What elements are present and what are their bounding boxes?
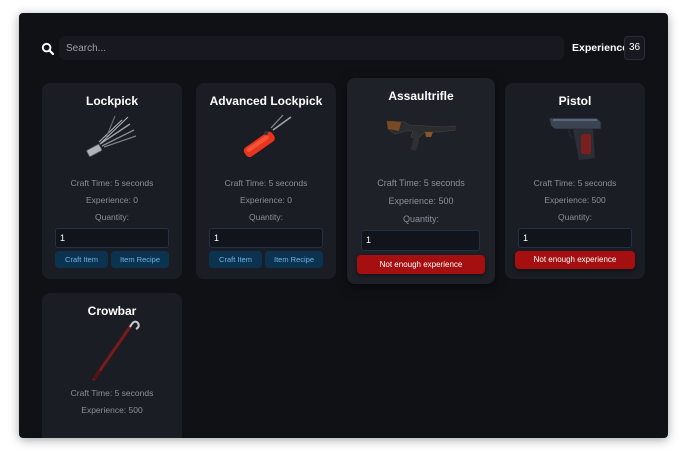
item-card-crowbar: Crowbar Craft Time: 5 seconds Experience…	[42, 293, 182, 438]
pistol-icon	[545, 112, 605, 164]
quantity-input[interactable]: 1	[361, 230, 480, 251]
item-title: Assaultrifle	[388, 89, 454, 103]
item-title: Lockpick	[85, 94, 139, 108]
lockpick-icon	[82, 112, 142, 162]
item-card-lockpick: Lockpick Craft Time: 5 seconds Experienc…	[42, 83, 182, 279]
item-card-advanced-lockpick: Advanced Lockpick Craft Time: 5 seconds …	[196, 83, 336, 279]
experience-requirement: Experience: 0	[240, 195, 292, 205]
crafting-window: Experience: 36 Lockpick Craft Time: 5 se…	[19, 13, 668, 438]
experience-label: Experience:	[572, 42, 632, 54]
experience-requirement: Experience: 0	[86, 195, 138, 205]
experience-value: 36	[624, 36, 645, 60]
item-title: Advanced Lockpick	[209, 94, 323, 108]
assault-rifle-icon	[385, 111, 457, 155]
search-icon	[41, 42, 55, 56]
crowbar-icon	[82, 317, 142, 383]
not-enough-experience-button[interactable]: Not enough experience	[515, 251, 635, 269]
quantity-input[interactable]: 1	[518, 228, 632, 248]
item-recipe-button[interactable]: Item Recipe	[265, 251, 323, 268]
quantity-label: Quantity:	[557, 212, 593, 222]
item-recipe-button[interactable]: Item Recipe	[111, 251, 169, 268]
item-title: Crowbar	[87, 304, 137, 318]
top-bar: Experience: 36	[19, 36, 668, 62]
craft-item-button[interactable]: Craft Item	[209, 251, 262, 268]
quantity-label: Quantity:	[248, 212, 284, 222]
quantity-label: Quantity:	[402, 214, 440, 224]
item-card-pistol: Pistol Craft Time: 5 seconds Experience:…	[505, 83, 645, 279]
craft-time: Craft Time: 5 seconds	[70, 388, 154, 398]
craft-time: Craft Time: 5 seconds	[224, 178, 308, 188]
advanced-lockpick-icon	[236, 112, 296, 164]
craft-time: Craft Time: 5 seconds	[70, 178, 154, 188]
not-enough-experience-button[interactable]: Not enough experience	[357, 255, 485, 274]
quantity-input[interactable]: 1	[209, 228, 323, 248]
experience-requirement: Experience: 500	[388, 196, 454, 206]
item-card-assaultrifle: Assaultrifle Craft Time: 5 seconds Exper…	[347, 78, 495, 284]
search-input[interactable]	[59, 36, 564, 60]
quantity-input[interactable]: 1	[55, 228, 169, 248]
craft-time: Craft Time: 5 seconds	[377, 178, 465, 188]
experience-requirement: Experience: 500	[544, 195, 606, 205]
craft-item-button[interactable]: Craft Item	[55, 251, 108, 268]
experience-requirement: Experience: 500	[81, 405, 143, 415]
item-title: Pistol	[558, 94, 592, 108]
craft-time: Craft Time: 5 seconds	[533, 178, 617, 188]
quantity-label: Quantity:	[94, 212, 130, 222]
